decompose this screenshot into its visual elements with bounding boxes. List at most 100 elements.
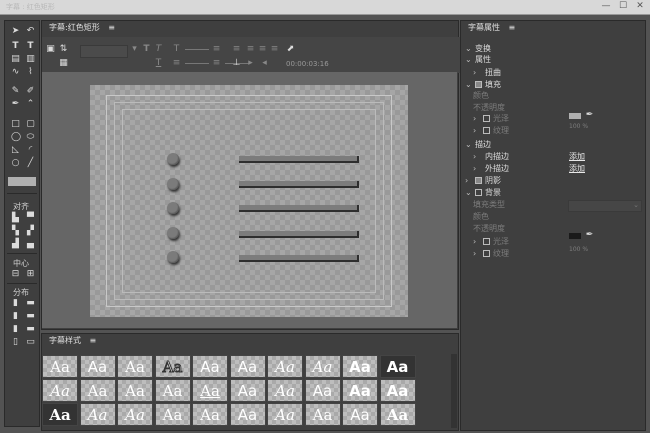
- style-swatch[interactable]: Aa: [79, 355, 116, 378]
- distribute-vcenter-icon[interactable]: ▬: [26, 312, 35, 321]
- style-swatch[interactable]: Aa: [342, 403, 378, 426]
- bg-opacity-value[interactable]: 100 %: [569, 246, 588, 253]
- distribute-right-icon[interactable]: ▮: [11, 325, 20, 334]
- distribute-bottom-icon[interactable]: ▬: [26, 325, 35, 334]
- align-hcenter-icon[interactable]: ▚: [11, 227, 20, 236]
- style-swatch[interactable]: Aa: [379, 403, 416, 426]
- center-horizontal-icon[interactable]: ⊟: [11, 270, 20, 279]
- distribute-vspace-icon[interactable]: ▭: [26, 338, 35, 347]
- style-swatch[interactable]: Aa: [117, 355, 153, 378]
- text-line-bar[interactable]: [239, 231, 359, 238]
- inner-stroke-row[interactable]: › 内描边: [473, 151, 509, 163]
- wedge-tool-icon[interactable]: ◺: [11, 146, 20, 155]
- baseline-shift-icon[interactable]: ≡: [232, 45, 241, 54]
- selection-tool-icon[interactable]: ➤: [11, 27, 20, 36]
- area-type-tool-icon[interactable]: ▤: [11, 55, 20, 64]
- maximize-button[interactable]: ☐: [617, 1, 629, 12]
- align-right-icon[interactable]: ▟: [11, 240, 20, 249]
- text-line-bar[interactable]: [239, 181, 359, 188]
- menu-icon[interactable]: ≡: [90, 336, 97, 345]
- style-swatch[interactable]: Aa: [154, 355, 191, 378]
- show-video-icon[interactable]: ▸: [246, 59, 255, 68]
- font-size-slider[interactable]: [185, 49, 209, 50]
- vertical-area-type-tool-icon[interactable]: ▥: [26, 55, 35, 64]
- vertical-type-tool-icon[interactable]: T: [26, 42, 35, 51]
- close-button[interactable]: ✕: [634, 1, 646, 12]
- background-checkbox[interactable]: [475, 189, 482, 196]
- style-swatch[interactable]: Aa: [42, 355, 78, 378]
- style-swatch[interactable]: Aa: [42, 403, 78, 426]
- text-line-bar[interactable]: [239, 205, 359, 212]
- style-swatch[interactable]: Aa: [267, 355, 303, 378]
- style-swatch[interactable]: Aa: [42, 379, 78, 402]
- style-swatch[interactable]: Aa: [192, 355, 228, 378]
- template-icon[interactable]: ▦: [59, 59, 68, 68]
- underline-icon[interactable]: T: [154, 59, 163, 68]
- style-swatch[interactable]: Aa: [342, 379, 378, 402]
- back-frame-icon[interactable]: ◂: [260, 59, 269, 68]
- style-swatch[interactable]: Aa: [267, 403, 303, 426]
- style-swatch[interactable]: Aa: [79, 379, 116, 402]
- styles-scrollbar[interactable]: [451, 354, 457, 428]
- delete-anchor-tool-icon[interactable]: ✐: [26, 87, 35, 96]
- new-title-icon[interactable]: ▣: [46, 45, 55, 54]
- italic-icon[interactable]: T: [154, 45, 163, 54]
- distribute-top-icon[interactable]: ▬: [26, 299, 35, 308]
- font-family-select[interactable]: [80, 45, 128, 58]
- shadow-checkbox[interactable]: [475, 177, 482, 184]
- style-swatch[interactable]: Aa: [379, 355, 416, 378]
- vertical-path-type-tool-icon[interactable]: ⌇: [26, 68, 35, 77]
- rounded-rect-tool-icon[interactable]: ▢: [26, 120, 35, 129]
- title-canvas[interactable]: [90, 85, 408, 317]
- bullet-dot[interactable]: [167, 153, 179, 165]
- leading-slider[interactable]: [185, 63, 209, 64]
- roll-crawl-icon[interactable]: ⇅: [59, 45, 68, 54]
- style-swatch[interactable]: Aa: [342, 355, 378, 378]
- text-line-bar[interactable]: [239, 156, 359, 163]
- align-left-icon[interactable]: ▙: [11, 214, 20, 223]
- fill-color-swatch[interactable]: [569, 113, 581, 119]
- eyedropper-icon[interactable]: ✒: [585, 231, 594, 240]
- bullet-dot[interactable]: [167, 227, 179, 239]
- style-swatch[interactable]: Aa: [79, 403, 116, 426]
- text-line-bar[interactable]: [239, 255, 359, 262]
- style-swatch[interactable]: Aa: [192, 403, 228, 426]
- attributes-row[interactable]: ⌄ 属性: [465, 54, 491, 66]
- add-outer-stroke-link[interactable]: 添加: [569, 163, 585, 174]
- align-text-right-icon[interactable]: ≡: [270, 45, 279, 54]
- ellipse-tool-icon[interactable]: ◯: [11, 133, 21, 142]
- center-vertical-icon[interactable]: ⊞: [26, 270, 35, 279]
- timecode[interactable]: 00:00:03:16: [286, 60, 329, 68]
- rectangle-tool-icon[interactable]: □: [11, 120, 20, 129]
- bullet-dot[interactable]: [167, 178, 179, 190]
- font-style-select[interactable]: ▾: [130, 45, 139, 54]
- style-swatch[interactable]: Aa: [154, 403, 191, 426]
- line-tool-icon[interactable]: ╱: [26, 159, 35, 168]
- bg-sheen-row[interactable]: › 光泽: [473, 236, 509, 248]
- path-type-tool-icon[interactable]: ∿: [11, 68, 20, 77]
- menu-icon[interactable]: ≡: [509, 23, 516, 32]
- fill-type-select[interactable]: ⌄: [568, 200, 642, 212]
- sheen-row[interactable]: › 光泽: [473, 113, 509, 125]
- style-swatch[interactable]: Aa: [379, 379, 416, 402]
- style-swatch[interactable]: Aa: [304, 379, 341, 402]
- arc-tool-icon[interactable]: ◜: [26, 146, 35, 155]
- style-swatch[interactable]: Aa: [229, 379, 266, 402]
- bg-texture-row[interactable]: › 纹理: [473, 248, 509, 260]
- distribute-hspace-icon[interactable]: ▯: [11, 338, 20, 347]
- shadow-row[interactable]: › 阴影: [465, 175, 501, 187]
- style-swatch[interactable]: Aa: [267, 379, 303, 402]
- outer-stroke-row[interactable]: › 外描边: [473, 163, 509, 175]
- distort-row[interactable]: › 扭曲: [473, 67, 501, 79]
- tracking-icon[interactable]: ≡: [212, 59, 221, 68]
- add-inner-stroke-link[interactable]: 添加: [569, 151, 585, 162]
- distribute-hcenter-icon[interactable]: ▮: [11, 312, 20, 321]
- style-swatch[interactable]: Aa: [229, 403, 266, 426]
- round-tool-icon[interactable]: ○: [11, 159, 20, 168]
- style-swatch[interactable]: Aa: [117, 379, 153, 402]
- menu-icon[interactable]: ≡: [108, 23, 115, 32]
- fill-checkbox[interactable]: [475, 81, 482, 88]
- font-size-icon[interactable]: T: [172, 45, 181, 54]
- texture-row[interactable]: › 纹理: [473, 125, 509, 137]
- stroke-row[interactable]: ⌄ 描边: [465, 139, 491, 151]
